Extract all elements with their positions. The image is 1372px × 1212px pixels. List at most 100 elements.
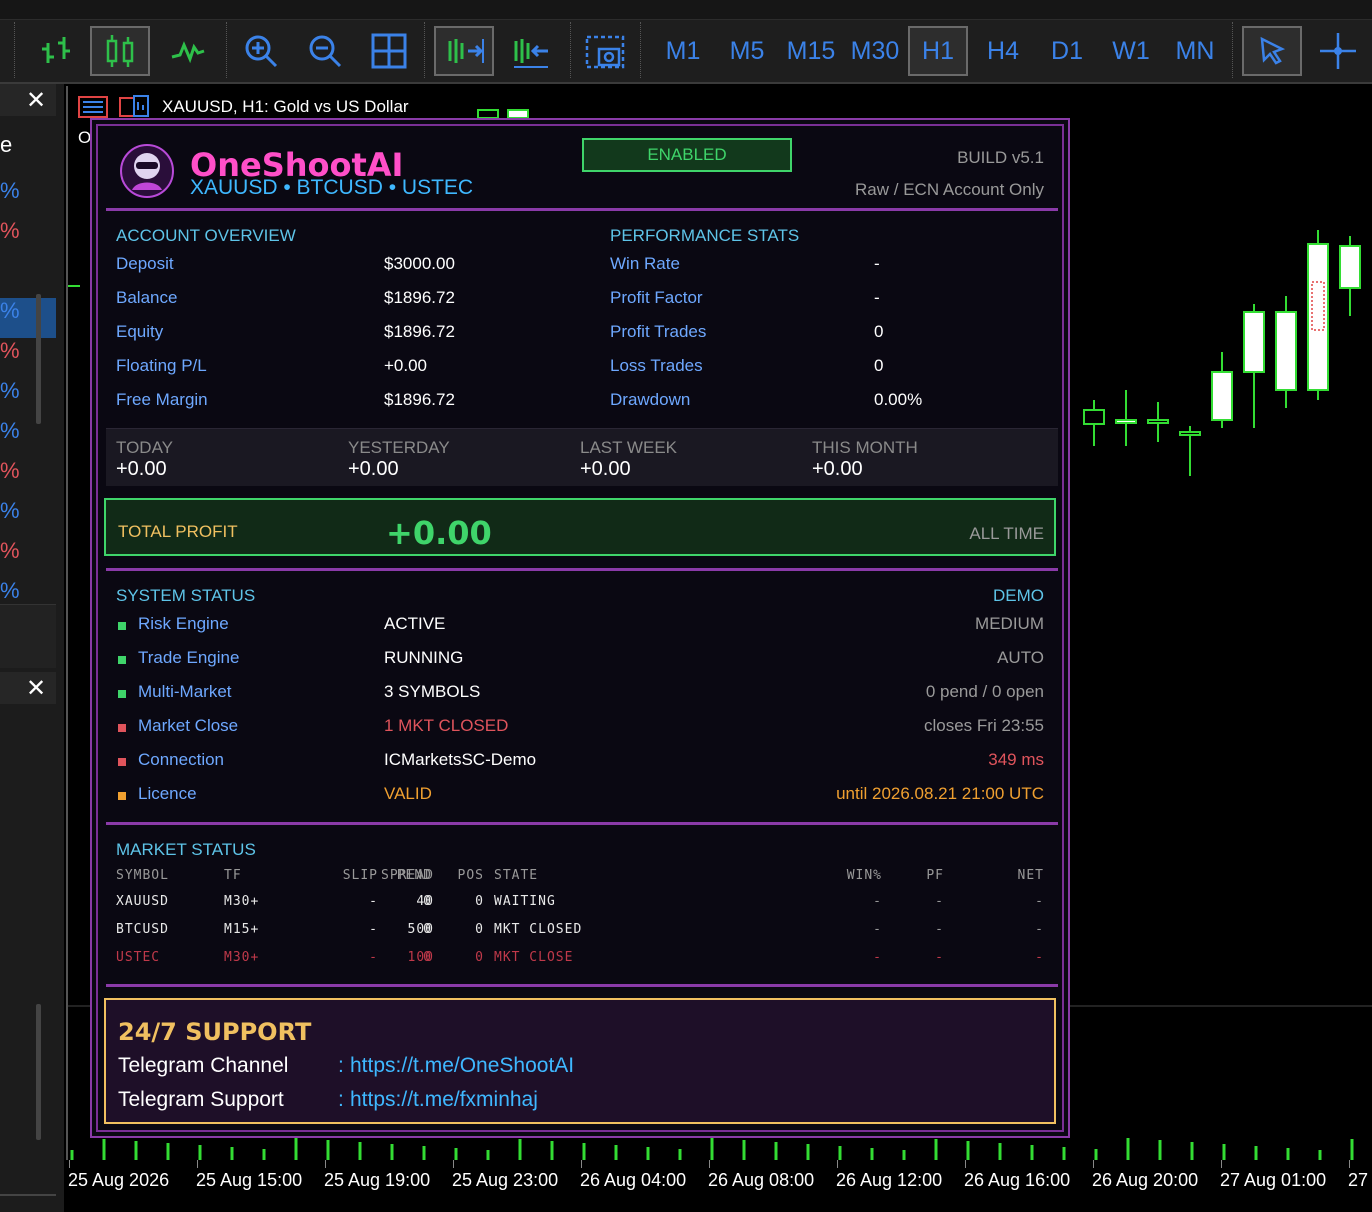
performance-row-value: - [874,254,880,273]
toolbar-separator [640,22,642,78]
main-toolbar: M1 M5 M15 M30 H1 H4 D1 W1 MN [0,0,1372,84]
percent-change-cell: % [0,418,20,443]
candlestick-chart-icon[interactable] [90,26,150,76]
market-cell-pend: 0 [423,894,432,909]
toolbar-separator [226,22,228,78]
timeframe-d1-button[interactable]: D1 [1038,26,1096,76]
account-row-value: $1896.72 [384,288,455,307]
toolbar-separator [14,22,16,78]
market-cell-slip: - [369,922,378,937]
timeframe-label: M5 [729,36,765,65]
candle-body [1339,245,1361,289]
total-profit-scope: ALL TIME [969,524,1044,543]
tile-windows-icon[interactable] [364,26,414,76]
system-row-label: Licence [138,784,197,803]
line-chart-icon[interactable] [160,26,216,76]
time-axis-label: 27 Aug 01:00 [1220,1170,1327,1190]
market-column-header: PEND [396,868,432,883]
time-axis: 25 Aug 2026 25 Aug 15:00 25 Aug 19:00 25 Au… [66,1160,1372,1212]
market-cell-win: - [873,950,882,965]
percent-change-cell: % [0,178,20,203]
market-column-header: WIN% [846,868,882,883]
timeframe-h4-button[interactable]: H4 [974,26,1032,76]
scrollbar[interactable] [36,1004,41,1140]
bar-chart-icon[interactable] [30,26,86,76]
scrollbar[interactable] [36,294,41,424]
candle-body [1275,311,1297,391]
time-axis-label: 27 [1348,1170,1369,1190]
percent-change-cell: % [0,538,20,563]
performance-row-value: 0.00% [874,390,923,409]
account-row-value: $3000.00 [384,254,455,273]
chart-shift-icon[interactable] [502,26,558,76]
support-link[interactable]: https://t.me/OneShootAI [350,1054,574,1078]
market-cell-symbol: XAUUSD [116,894,169,909]
section-divider [106,984,1058,987]
system-row-detail: 349 ms [988,750,1044,769]
support-row-label: Telegram Support [118,1088,284,1111]
timeframe-label: H4 [987,36,1019,65]
market-cell-pos: 0 [475,950,484,965]
time-axis-label: 26 Aug 04:00 [580,1170,687,1190]
account-overview-title: ACCOUNT OVERVIEW [116,226,296,245]
market-column-header: POS [457,868,484,883]
crosshair-icon[interactable] [1310,26,1366,76]
zoom-in-icon[interactable] [236,26,286,76]
time-axis-label: 26 Aug 16:00 [964,1170,1071,1190]
cursor-icon[interactable] [1242,26,1302,76]
auto-scroll-icon[interactable] [434,26,494,76]
close-icon[interactable]: ✕ [26,674,46,703]
time-axis-label: 26 Aug 20:00 [1092,1170,1199,1190]
timeframe-h1-button[interactable]: H1 [908,26,968,76]
percent-change-cell: % [0,498,20,523]
system-row-value: ICMarketsSC-Demo [384,750,537,769]
section-divider [106,568,1058,571]
timeframe-m15-button[interactable]: M15 [782,26,840,76]
period-label: TODAY [116,438,173,457]
timeframe-m1-button[interactable]: M1 [654,26,712,76]
timeframe-w1-button[interactable]: W1 [1102,26,1160,76]
market-column-header: STATE [494,868,539,883]
account-row-value: $1896.72 [384,390,455,409]
performance-row-value: 0 [874,322,884,341]
timeframe-m5-button[interactable]: M5 [718,26,776,76]
total-profit-value: +0.00 [386,514,492,552]
period-value: +0.00 [812,458,863,480]
account-row-label: Equity [116,322,164,341]
timeframe-label: M1 [665,36,701,65]
screenshot-icon[interactable] [580,26,630,76]
timeframe-mn-button[interactable]: MN [1166,26,1224,76]
time-axis-tick [325,1160,326,1168]
status-indicator-dot [118,758,126,766]
market-cell-pend: 0 [423,950,432,965]
system-row-label: Trade Engine [138,648,240,667]
candle-body [1211,371,1233,421]
market-cell-tf: M30+ [224,950,260,965]
support-link[interactable]: https://t.me/fxminhaj [350,1088,538,1112]
enabled-status-badge[interactable]: ENABLED [582,138,792,172]
timeframe-label: W1 [1112,36,1150,65]
timeframe-label: M15 [786,36,836,65]
percent-change-cell: % [0,458,20,483]
system-row-label: Risk Engine [138,614,229,633]
close-icon[interactable]: ✕ [26,86,46,115]
account-row-value: +0.00 [384,356,428,375]
time-axis-label: 25 Aug 23:00 [452,1170,559,1190]
period-value: +0.00 [348,458,399,480]
time-axis-tick [69,1160,70,1168]
supported-symbols: XAUUSD • BTCUSD • USTEC [190,176,474,199]
support-separator: : [338,1054,344,1077]
timeframe-m30-button[interactable]: M30 [846,26,904,76]
build-version: BUILD v5.1 [957,148,1044,167]
system-row-value: ACTIVE [384,614,446,633]
performance-row-label: Profit Trades [610,322,707,341]
status-indicator-dot [118,656,126,664]
market-cell-pos: 0 [475,922,484,937]
left-market-watch-panel: ✕ e %%%%%%%%%% ✕ [0,84,64,1212]
performance-row-label: Loss Trades [610,356,703,375]
market-cell-pos: 0 [475,894,484,909]
zoom-out-icon[interactable] [300,26,350,76]
market-cell-net: - [1035,922,1044,937]
performance-stats-title: PERFORMANCE STATS [610,226,800,245]
system-status-title: SYSTEM STATUS [116,586,256,605]
